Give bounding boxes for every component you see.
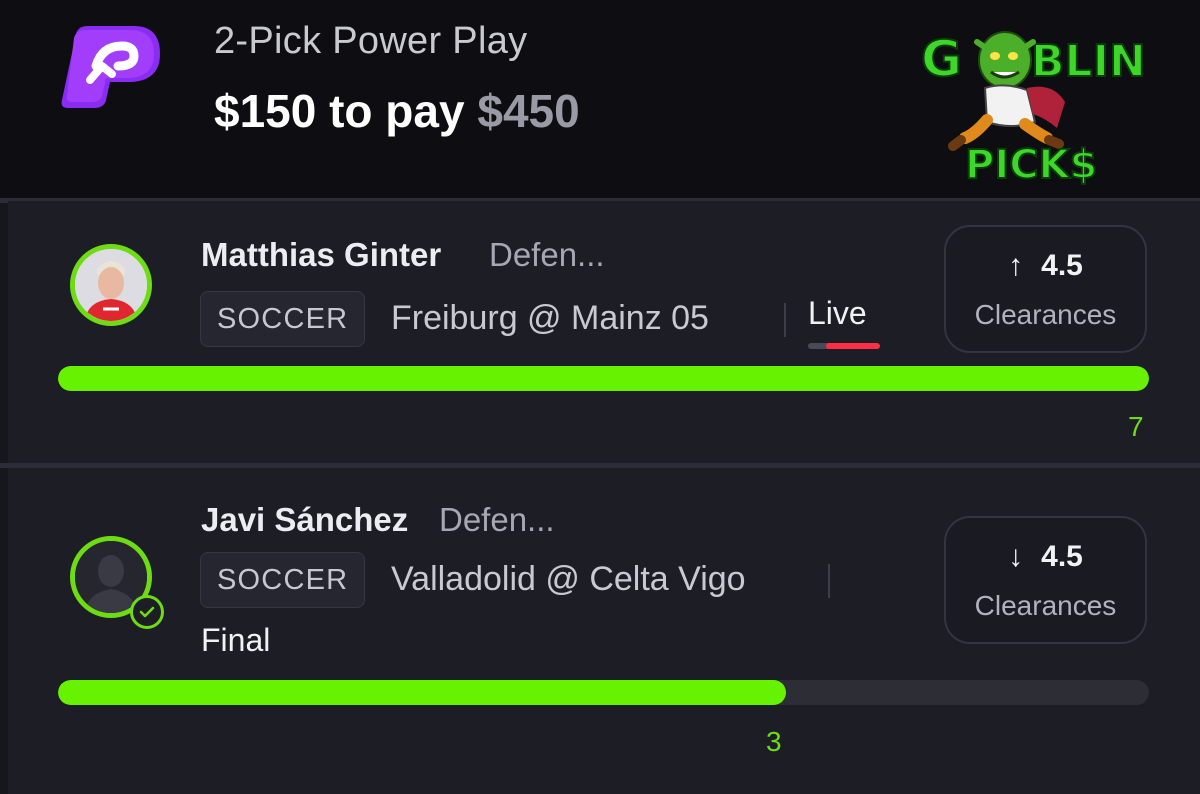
stat-type: Clearances bbox=[974, 590, 1117, 621]
player-name: Javi Sánchez bbox=[201, 501, 409, 538]
player-position: Defen... bbox=[439, 501, 555, 538]
prizepicks-logo bbox=[61, 26, 160, 108]
goblin-picks-logo: G BLIN PICK$ bbox=[920, 29, 1145, 186]
svg-text:G: G bbox=[921, 30, 962, 88]
player-name: Matthias Ginter bbox=[201, 236, 442, 273]
live-indicator bbox=[808, 343, 880, 349]
arrow-down-icon: ↓ bbox=[1008, 540, 1024, 573]
projection-line: ↑ 4.5 bbox=[946, 249, 1145, 283]
game-status: Live bbox=[808, 295, 867, 331]
slip-type-label: 2-Pick Power Play bbox=[214, 20, 528, 62]
projection-box[interactable]: ↓ 4.5 Clearances bbox=[944, 516, 1147, 644]
slip-header: 2-Pick Power Play $150 to pay $450 G BLI… bbox=[0, 0, 1200, 198]
progress-fill bbox=[58, 366, 1149, 391]
live-indicator-fill bbox=[826, 343, 880, 349]
checkmark-icon bbox=[130, 595, 164, 629]
stake-amount: $150 to pay bbox=[214, 85, 465, 137]
payout-amount: $450 bbox=[477, 85, 580, 137]
projection-box[interactable]: ↑ 4.5 Clearances bbox=[944, 225, 1147, 353]
game-status: Final bbox=[201, 622, 271, 658]
player-position: Defen... bbox=[489, 236, 605, 273]
payout-summary: $150 to pay $450 bbox=[214, 84, 580, 138]
actual-stat-value: 7 bbox=[1128, 411, 1144, 442]
stat-type: Clearances bbox=[974, 299, 1117, 330]
stat-progress-bar bbox=[58, 366, 1149, 391]
divider bbox=[784, 303, 786, 337]
player-avatar bbox=[70, 244, 152, 326]
pick-card-1[interactable]: Matthias Ginter Defen... SOCCER Freiburg… bbox=[8, 201, 1200, 463]
divider bbox=[828, 564, 830, 598]
matchup: Freiburg @ Mainz 05 bbox=[391, 299, 709, 337]
pick-card-2[interactable]: Javi Sánchez Defen... SOCCER Valladolid … bbox=[8, 468, 1200, 794]
matchup: Valladolid @ Celta Vigo bbox=[391, 560, 746, 598]
svg-text:BLIN: BLIN bbox=[1031, 36, 1145, 87]
stat-progress-bar bbox=[58, 680, 1149, 705]
sport-badge: SOCCER bbox=[200, 552, 366, 608]
sport-badge: SOCCER bbox=[200, 291, 366, 347]
projection-line: ↓ 4.5 bbox=[946, 540, 1145, 574]
actual-stat-value: 3 bbox=[766, 726, 782, 757]
svg-text:PICK$: PICK$ bbox=[965, 142, 1097, 186]
line-value: 4.5 bbox=[1041, 540, 1083, 573]
player-photo-icon bbox=[75, 249, 147, 321]
line-value: 4.5 bbox=[1041, 249, 1083, 282]
progress-fill bbox=[58, 680, 786, 705]
arrow-up-icon: ↑ bbox=[1008, 249, 1024, 282]
